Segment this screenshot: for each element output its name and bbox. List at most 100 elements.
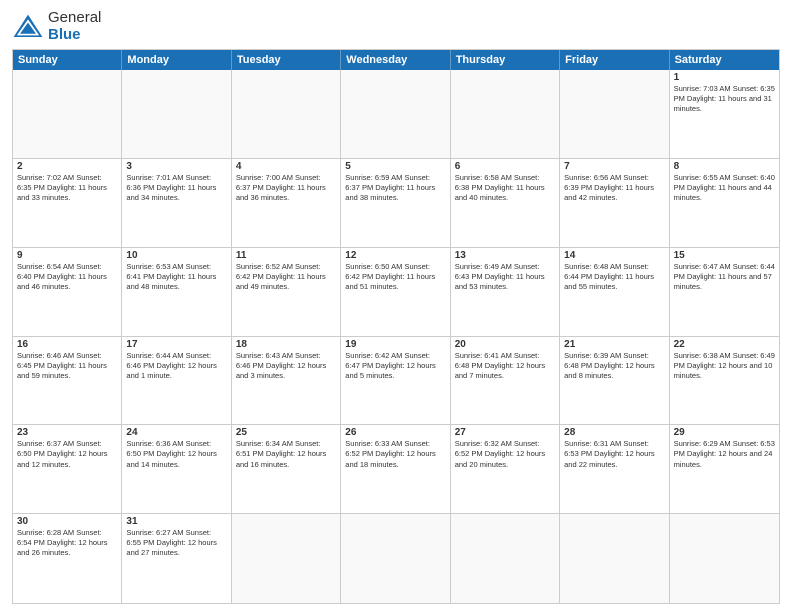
header-day-saturday: Saturday [670,50,779,70]
calendar-row-4: 16Sunrise: 6:46 AM Sunset: 6:45 PM Dayli… [13,337,779,426]
day-number: 27 [455,427,555,438]
day-number: 28 [564,427,664,438]
day-number: 12 [345,250,445,261]
day-info: Sunrise: 6:27 AM Sunset: 6:55 PM Dayligh… [126,528,226,558]
calendar-cell-15: 15Sunrise: 6:47 AM Sunset: 6:44 PM Dayli… [670,248,779,336]
day-number: 24 [126,427,226,438]
day-info: Sunrise: 6:36 AM Sunset: 6:50 PM Dayligh… [126,439,226,469]
day-info: Sunrise: 6:46 AM Sunset: 6:45 PM Dayligh… [17,351,117,381]
calendar-cell-empty [122,70,231,158]
calendar-cell-10: 10Sunrise: 6:53 AM Sunset: 6:41 PM Dayli… [122,248,231,336]
day-info: Sunrise: 6:31 AM Sunset: 6:53 PM Dayligh… [564,439,664,469]
calendar-cell-28: 28Sunrise: 6:31 AM Sunset: 6:53 PM Dayli… [560,425,669,513]
calendar-row-6: 30Sunrise: 6:28 AM Sunset: 6:54 PM Dayli… [13,514,779,603]
day-info: Sunrise: 6:29 AM Sunset: 6:53 PM Dayligh… [674,439,775,469]
page: General Blue SundayMondayTuesdayWednesda… [0,0,792,612]
calendar-cell-empty [670,514,779,603]
calendar-cell-22: 22Sunrise: 6:38 AM Sunset: 6:49 PM Dayli… [670,337,779,425]
day-info: Sunrise: 6:48 AM Sunset: 6:44 PM Dayligh… [564,262,664,292]
day-info: Sunrise: 6:56 AM Sunset: 6:39 PM Dayligh… [564,173,664,203]
day-info: Sunrise: 6:39 AM Sunset: 6:48 PM Dayligh… [564,351,664,381]
day-number: 22 [674,339,775,350]
calendar-cell-21: 21Sunrise: 6:39 AM Sunset: 6:48 PM Dayli… [560,337,669,425]
header-day-tuesday: Tuesday [232,50,341,70]
calendar-cell-25: 25Sunrise: 6:34 AM Sunset: 6:51 PM Dayli… [232,425,341,513]
day-number: 23 [17,427,117,438]
calendar-cell-17: 17Sunrise: 6:44 AM Sunset: 6:46 PM Dayli… [122,337,231,425]
calendar-cell-empty [560,514,669,603]
calendar-cell-14: 14Sunrise: 6:48 AM Sunset: 6:44 PM Dayli… [560,248,669,336]
day-number: 1 [674,72,775,83]
day-info: Sunrise: 6:47 AM Sunset: 6:44 PM Dayligh… [674,262,775,292]
calendar-cell-empty [341,514,450,603]
day-info: Sunrise: 6:32 AM Sunset: 6:52 PM Dayligh… [455,439,555,469]
day-info: Sunrise: 6:50 AM Sunset: 6:42 PM Dayligh… [345,262,445,292]
day-info: Sunrise: 7:00 AM Sunset: 6:37 PM Dayligh… [236,173,336,203]
day-info: Sunrise: 6:58 AM Sunset: 6:38 PM Dayligh… [455,173,555,203]
day-number: 18 [236,339,336,350]
calendar-cell-4: 4Sunrise: 7:00 AM Sunset: 6:37 PM Daylig… [232,159,341,247]
calendar-row-3: 9Sunrise: 6:54 AM Sunset: 6:40 PM Daylig… [13,248,779,337]
calendar-row-5: 23Sunrise: 6:37 AM Sunset: 6:50 PM Dayli… [13,425,779,514]
day-number: 17 [126,339,226,350]
calendar: SundayMondayTuesdayWednesdayThursdayFrid… [12,49,780,604]
day-number: 10 [126,250,226,261]
calendar-cell-31: 31Sunrise: 6:27 AM Sunset: 6:55 PM Dayli… [122,514,231,603]
day-number: 15 [674,250,775,261]
day-info: Sunrise: 6:33 AM Sunset: 6:52 PM Dayligh… [345,439,445,469]
calendar-cell-29: 29Sunrise: 6:29 AM Sunset: 6:53 PM Dayli… [670,425,779,513]
day-number: 30 [17,516,117,527]
calendar-cell-9: 9Sunrise: 6:54 AM Sunset: 6:40 PM Daylig… [13,248,122,336]
day-number: 7 [564,161,664,172]
calendar-cell-5: 5Sunrise: 6:59 AM Sunset: 6:37 PM Daylig… [341,159,450,247]
calendar-cell-27: 27Sunrise: 6:32 AM Sunset: 6:52 PM Dayli… [451,425,560,513]
day-info: Sunrise: 6:34 AM Sunset: 6:51 PM Dayligh… [236,439,336,469]
day-info: Sunrise: 6:28 AM Sunset: 6:54 PM Dayligh… [17,528,117,558]
day-info: Sunrise: 6:41 AM Sunset: 6:48 PM Dayligh… [455,351,555,381]
calendar-cell-20: 20Sunrise: 6:41 AM Sunset: 6:48 PM Dayli… [451,337,560,425]
day-number: 16 [17,339,117,350]
calendar-cell-19: 19Sunrise: 6:42 AM Sunset: 6:47 PM Dayli… [341,337,450,425]
calendar-cell-16: 16Sunrise: 6:46 AM Sunset: 6:45 PM Dayli… [13,337,122,425]
header-day-friday: Friday [560,50,669,70]
day-number: 6 [455,161,555,172]
calendar-cell-empty [560,70,669,158]
logo-text: General Blue [48,10,101,43]
day-number: 4 [236,161,336,172]
day-info: Sunrise: 6:42 AM Sunset: 6:47 PM Dayligh… [345,351,445,381]
header-day-wednesday: Wednesday [341,50,450,70]
header-day-sunday: Sunday [13,50,122,70]
header-day-thursday: Thursday [451,50,560,70]
day-info: Sunrise: 6:54 AM Sunset: 6:40 PM Dayligh… [17,262,117,292]
day-number: 8 [674,161,775,172]
day-info: Sunrise: 6:37 AM Sunset: 6:50 PM Dayligh… [17,439,117,469]
day-info: Sunrise: 7:03 AM Sunset: 6:35 PM Dayligh… [674,84,775,114]
day-number: 9 [17,250,117,261]
calendar-cell-30: 30Sunrise: 6:28 AM Sunset: 6:54 PM Dayli… [13,514,122,603]
calendar-cell-6: 6Sunrise: 6:58 AM Sunset: 6:38 PM Daylig… [451,159,560,247]
day-number: 29 [674,427,775,438]
day-number: 2 [17,161,117,172]
calendar-cell-24: 24Sunrise: 6:36 AM Sunset: 6:50 PM Dayli… [122,425,231,513]
day-number: 5 [345,161,445,172]
day-info: Sunrise: 6:44 AM Sunset: 6:46 PM Dayligh… [126,351,226,381]
calendar-cell-empty [341,70,450,158]
day-info: Sunrise: 6:43 AM Sunset: 6:46 PM Dayligh… [236,351,336,381]
logo: General Blue [12,10,101,43]
calendar-cell-empty [232,70,341,158]
calendar-cell-empty [13,70,122,158]
day-number: 13 [455,250,555,261]
header-day-monday: Monday [122,50,231,70]
day-number: 11 [236,250,336,261]
day-number: 21 [564,339,664,350]
day-number: 31 [126,516,226,527]
day-info: Sunrise: 6:53 AM Sunset: 6:41 PM Dayligh… [126,262,226,292]
calendar-cell-23: 23Sunrise: 6:37 AM Sunset: 6:50 PM Dayli… [13,425,122,513]
calendar-cell-2: 2Sunrise: 7:02 AM Sunset: 6:35 PM Daylig… [13,159,122,247]
day-info: Sunrise: 7:02 AM Sunset: 6:35 PM Dayligh… [17,173,117,203]
calendar-body: 1Sunrise: 7:03 AM Sunset: 6:35 PM Daylig… [13,70,779,603]
day-info: Sunrise: 6:55 AM Sunset: 6:40 PM Dayligh… [674,173,775,203]
day-number: 26 [345,427,445,438]
day-number: 14 [564,250,664,261]
calendar-header: SundayMondayTuesdayWednesdayThursdayFrid… [13,50,779,70]
